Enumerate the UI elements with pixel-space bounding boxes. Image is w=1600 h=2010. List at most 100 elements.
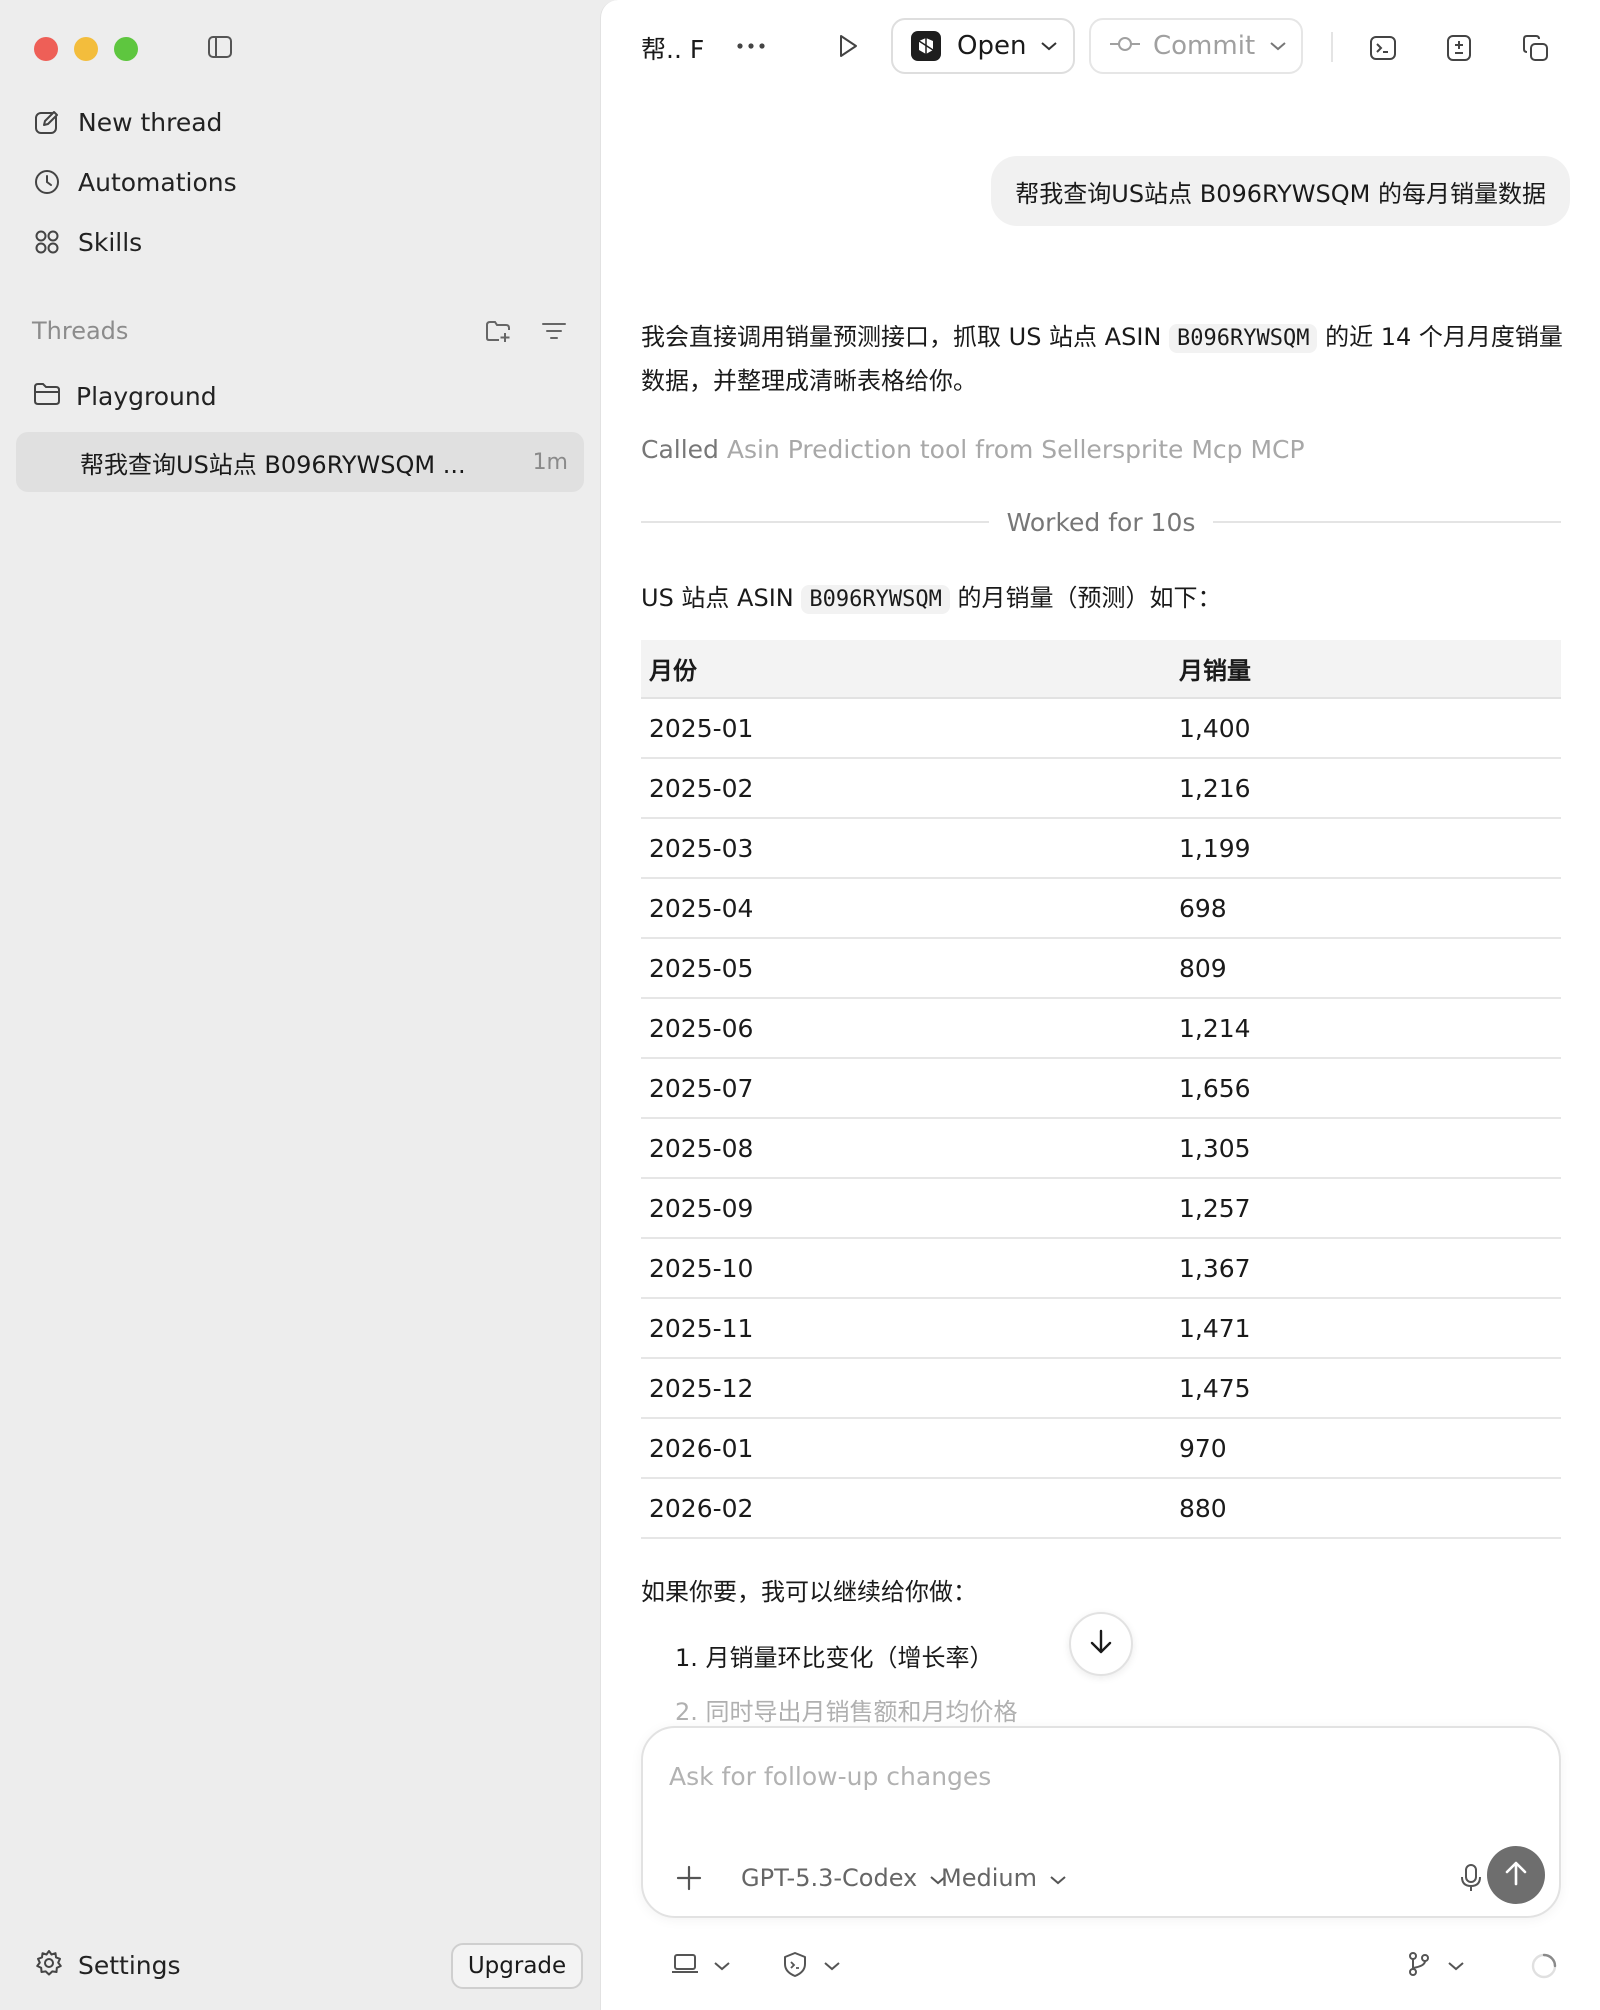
send-button[interactable] (1487, 1846, 1545, 1904)
table-row: 2025-01 1,400 (641, 698, 1561, 759)
folder-icon (32, 380, 62, 412)
model-select[interactable]: GPT-5.3-Codex (741, 1858, 947, 1898)
cell-sales: 698 (1171, 878, 1561, 939)
thread-age: 1m (532, 449, 568, 475)
editor-app-icon (911, 31, 941, 61)
skills-button[interactable]: Skills (30, 222, 142, 262)
table-intro-before: US 站点 ASIN (641, 584, 802, 612)
cell-sales: 1,257 (1171, 1178, 1561, 1239)
cell-sales: 1,471 (1171, 1298, 1561, 1359)
new-thread-button[interactable]: New thread (30, 102, 222, 142)
cell-sales: 1,214 (1171, 998, 1561, 1059)
open-button[interactable]: Open (891, 18, 1075, 74)
table-row: 2025-02 1,216 (641, 758, 1561, 819)
automations-button[interactable]: Automations (30, 162, 237, 202)
play-icon[interactable] (827, 26, 867, 66)
cell-month: 2025-03 (641, 818, 1171, 879)
cell-month: 2025-01 (641, 698, 1171, 759)
intro-text-before: 我会直接调用销量预测接口，抓取 US 站点 ASIN (641, 323, 1169, 351)
upgrade-button[interactable]: Upgrade (451, 1943, 583, 1989)
table-body: 2025-01 1,400 2025-02 1,216 2025-03 1,199 2025… (641, 698, 1561, 1539)
table-header-row: 月份 月销量 (641, 640, 1561, 699)
header-month: 月份 (641, 640, 1171, 699)
new-folder-icon[interactable] (480, 313, 516, 349)
cell-month: 2025-09 (641, 1178, 1171, 1239)
table-row: 2025-09 1,257 (641, 1178, 1561, 1239)
chevron-down-icon (823, 1957, 841, 1976)
plus-icon[interactable] (669, 1858, 709, 1898)
permissions-button[interactable] (781, 1946, 841, 1986)
cell-sales: 1,400 (1171, 698, 1561, 759)
cell-month: 2025-06 (641, 998, 1171, 1059)
project-label: Playground (76, 381, 217, 411)
followup-intro: 如果你要，我可以继续给你做： (641, 1578, 977, 1606)
terminal-icon[interactable] (1363, 28, 1403, 68)
table-row: 2025-11 1,471 (641, 1298, 1561, 1359)
shield-icon (781, 1950, 809, 1982)
called-verb: Called (641, 435, 719, 464)
gear-icon (34, 1948, 64, 1982)
microphone-icon[interactable] (1451, 1858, 1491, 1898)
table-row: 2025-05 809 (641, 938, 1561, 999)
tool-call-summary[interactable]: Called Asin Prediction tool from Sellers… (641, 435, 1305, 464)
cell-month: 2026-02 (641, 1478, 1171, 1539)
cell-sales: 880 (1171, 1478, 1561, 1539)
table-row: 2025-08 1,305 (641, 1118, 1561, 1179)
copy-window-icon[interactable] (1515, 28, 1555, 68)
more-icon[interactable] (731, 26, 771, 66)
cell-sales: 970 (1171, 1418, 1561, 1479)
toolbar-divider (1331, 32, 1333, 62)
commit-label: Commit (1153, 31, 1256, 61)
effort-label: Medium (941, 1864, 1037, 1892)
settings-button[interactable]: Settings (34, 1945, 181, 1985)
scroll-down-button[interactable] (1069, 1612, 1133, 1676)
thread-title: 帮我查询US站点 B096RYWSQM ... (80, 450, 466, 479)
main-panel: 帮.. F Open Commit 帮我查询US站点 B096RYWSQM 的每… (600, 0, 1600, 2010)
followup-input[interactable] (667, 1756, 1527, 1796)
cell-sales: 1,656 (1171, 1058, 1561, 1119)
cell-month: 2025-08 (641, 1118, 1171, 1179)
cell-sales: 1,305 (1171, 1118, 1561, 1179)
thread-item-active[interactable]: 帮我查询US站点 B096RYWSQM ... 1m (16, 432, 584, 492)
asin-code: B096RYWSQM (801, 585, 950, 614)
effort-select[interactable]: Medium (941, 1858, 1067, 1898)
table-row: 2025-06 1,214 (641, 998, 1561, 1059)
open-label: Open (957, 31, 1027, 61)
chevron-down-icon (1447, 1957, 1465, 1976)
followup-list: 1. 月销量环比变化（增长率） 2. 同时导出月销售额和月均价格 (675, 1628, 1018, 1736)
chevron-down-icon (713, 1957, 731, 1976)
branch-button[interactable] (1405, 1946, 1465, 1986)
sidebar-toggle-icon[interactable] (206, 33, 234, 61)
asin-code: B096RYWSQM (1169, 324, 1318, 353)
diff-icon[interactable] (1439, 28, 1479, 68)
cell-sales: 809 (1171, 938, 1561, 999)
filter-icon[interactable] (536, 313, 572, 349)
grid-icon (30, 225, 64, 259)
cell-sales: 1,367 (1171, 1238, 1561, 1299)
commit-button[interactable]: Commit (1089, 18, 1303, 74)
laptop-icon (671, 1952, 699, 1980)
cell-month: 2025-11 (641, 1298, 1171, 1359)
arrow-up-icon (1501, 1858, 1531, 1892)
window-minimize-button[interactable] (74, 37, 98, 61)
local-environment-button[interactable] (671, 1946, 731, 1986)
skills-label: Skills (78, 227, 143, 257)
topbar-title: 帮.. F (641, 35, 705, 64)
window-zoom-button[interactable] (114, 37, 138, 61)
table-row: 2025-07 1,656 (641, 1058, 1561, 1119)
table-row: 2025-03 1,199 (641, 818, 1561, 879)
table-row: 2026-01 970 (641, 1418, 1561, 1479)
table-row: 2025-04 698 (641, 878, 1561, 939)
model-label: GPT-5.3-Codex (741, 1864, 918, 1892)
assistant-intro: 我会直接调用销量预测接口，抓取 US 站点 ASIN B096RYWSQM 的近… (641, 316, 1571, 402)
cell-month: 2026-01 (641, 1418, 1171, 1479)
worked-divider: Worked for 10s (641, 504, 1561, 540)
cell-month: 2025-02 (641, 758, 1171, 819)
project-playground[interactable]: Playground (32, 376, 217, 416)
window-close-button[interactable] (34, 37, 58, 61)
sales-table: 月份 月销量 2025-01 1,400 2025-02 1,216 2025-03 1,… (641, 640, 1561, 1539)
table-row: 2025-10 1,367 (641, 1238, 1561, 1299)
table-intro: US 站点 ASIN B096RYWSQM 的月销量（预测）如下： (641, 578, 1221, 614)
threads-label: Threads (32, 317, 129, 345)
threads-header: Threads (32, 314, 572, 348)
